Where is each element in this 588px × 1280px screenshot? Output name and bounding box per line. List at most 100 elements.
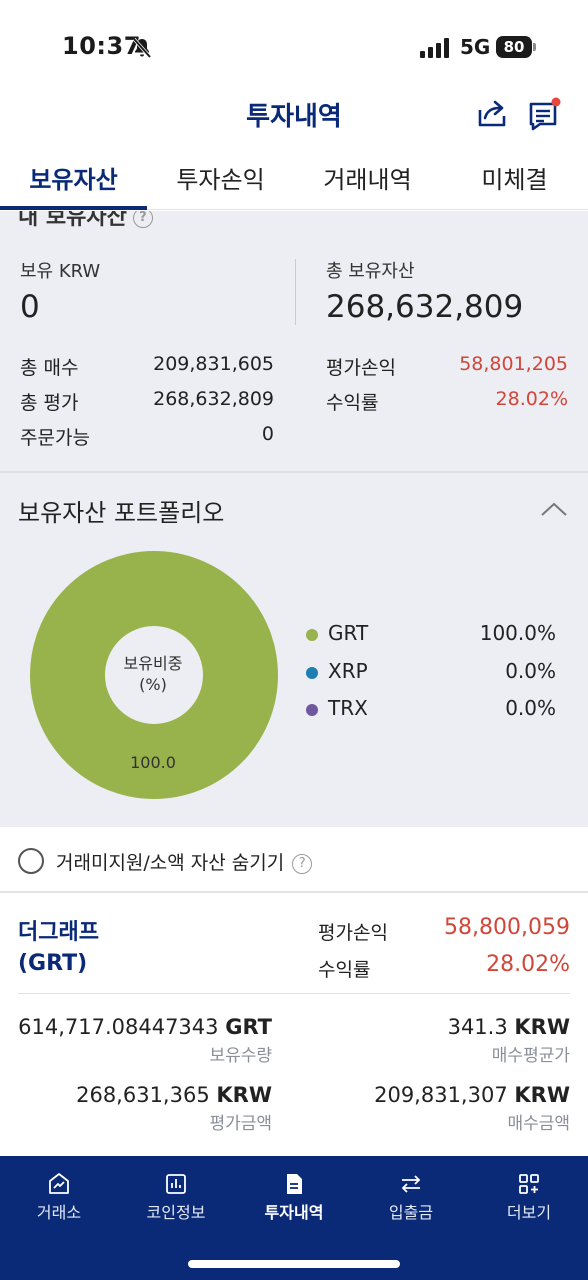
- tab-holdings[interactable]: 보유자산: [0, 152, 147, 210]
- help-icon[interactable]: ?: [292, 853, 313, 874]
- eval-amount-value: 268,631,365: [76, 1083, 210, 1107]
- orderable-value: 0: [261, 423, 274, 445]
- asset-pnl-row: 평가손익 58,800,059: [318, 915, 570, 945]
- eval-pnl-label: 평가손익: [326, 357, 396, 379]
- signal-icon: [420, 38, 449, 58]
- tab-profit-loss[interactable]: 투자손익: [147, 152, 294, 209]
- summary-divider: [295, 259, 296, 325]
- buy-amount-value: 209,831,307: [374, 1083, 508, 1107]
- asset-pnl-value: 58,800,059: [444, 915, 570, 940]
- nav-coin-info[interactable]: 코인정보: [117, 1156, 235, 1236]
- tab-trade-history[interactable]: 거래내역: [294, 152, 441, 209]
- status-bar: 10:37 5G 80: [0, 0, 588, 92]
- legend-name: TRX: [328, 696, 368, 720]
- avg-price-label: 매수평균가: [491, 1046, 570, 1066]
- bell-mute-icon: [132, 37, 152, 59]
- quantity-unit: GRT: [225, 1015, 272, 1039]
- transfer-icon: [401, 1175, 421, 1193]
- network-label: 5G: [460, 35, 491, 59]
- document-icon: [287, 1174, 302, 1194]
- total-eval-label: 총 평가: [20, 392, 79, 414]
- total-assets-label: 총 보유자산: [326, 261, 415, 282]
- eval-pnl-value: 58,801,205: [459, 353, 568, 375]
- tab-unfilled[interactable]: 미체결: [441, 152, 588, 209]
- legend-pct: 100.0%: [479, 621, 556, 645]
- donut-center-label: 보유비중 (%): [104, 653, 202, 695]
- chart-icon: [166, 1174, 186, 1194]
- eval-amount-cell: 268,631,365 KRW 평가금액: [18, 1083, 272, 1134]
- donut-center-line1: 보유비중: [123, 654, 183, 673]
- nav-label: 더보기: [506, 1203, 552, 1222]
- nav-label: 입출금: [388, 1203, 434, 1222]
- orderable-label: 주문가능: [20, 427, 90, 449]
- exchange-icon: [49, 1173, 69, 1194]
- home-indicator[interactable]: [188, 1260, 400, 1268]
- buy-amount-cell: 209,831,307 KRW 매수금액: [318, 1083, 570, 1134]
- return-rate-row: 수익률 28.02%: [326, 388, 568, 414]
- share-icon[interactable]: [476, 98, 508, 130]
- asset-rate-row: 수익률 28.02%: [318, 952, 570, 982]
- bottom-nav: 거래소 코인정보 투자내역 입출금 더보기: [0, 1156, 588, 1280]
- holdings-summary: 내 보유자산? 보유 KRW 0 총 보유자산 268,632,809 총 매수…: [0, 211, 588, 471]
- help-icon[interactable]: ?: [132, 211, 153, 228]
- asset-card-grt[interactable]: 더그래프 (GRT) 평가손익 58,800,059 수익률 28.02% 61…: [0, 893, 588, 1155]
- legend-pct: 0.0%: [505, 696, 556, 720]
- total-buy-row: 총 매수 209,831,605: [20, 353, 274, 379]
- avg-price-cell: 341.3 KRW 매수평균가: [318, 1015, 570, 1066]
- battery-cap: [533, 43, 536, 51]
- legend-dot-grt: [306, 629, 318, 641]
- asset-rate-value: 28.02%: [486, 952, 570, 977]
- chevron-up-icon[interactable]: [540, 501, 568, 517]
- quantity-label: 보유수량: [209, 1046, 272, 1066]
- nav-label: 투자내역: [264, 1203, 324, 1222]
- summary-heading-text: 내 보유자산: [18, 211, 127, 230]
- legend-name: XRP: [328, 659, 368, 683]
- asset-divider: [18, 993, 570, 994]
- asset-rate-label: 수익률: [318, 959, 371, 981]
- more-grid-icon: [519, 1174, 539, 1194]
- return-rate-label: 수익률: [326, 392, 379, 414]
- total-buy-value: 209,831,605: [153, 353, 274, 375]
- krw-label: 보유 KRW: [20, 261, 101, 282]
- portfolio-section: 보유자산 포트폴리오 보유비중 (%) 100.0 GRT 100.0% XRP…: [0, 471, 588, 827]
- hide-small-assets-row[interactable]: 거래미지원/소액 자산 숨기기?: [0, 827, 588, 893]
- quantity-value: 614,717.08447343: [18, 1015, 219, 1039]
- summary-heading: 내 보유자산?: [18, 211, 153, 231]
- eval-pnl-row: 평가손익 58,801,205: [326, 353, 568, 379]
- nav-deposit-withdraw[interactable]: 입출금: [352, 1156, 470, 1236]
- battery-icon: 80: [496, 36, 536, 58]
- battery-level: 80: [496, 36, 532, 58]
- total-eval-row: 총 평가 268,632,809: [20, 388, 274, 414]
- asset-name-korean: 더그래프: [18, 920, 99, 945]
- donut-center-line2: (%): [139, 675, 167, 694]
- tab-bar: 보유자산 투자손익 거래내역 미체결: [0, 152, 588, 210]
- legend-pct: 0.0%: [505, 659, 556, 683]
- legend-dot-xrp: [306, 667, 318, 679]
- total-assets-value: 268,632,809: [326, 289, 524, 325]
- quantity-cell: 614,717.08447343 GRT 보유수량: [18, 1015, 272, 1066]
- donut-slice-label: 100.0: [130, 753, 176, 772]
- nav-more[interactable]: 더보기: [470, 1156, 588, 1236]
- nav-label: 코인정보: [146, 1203, 206, 1222]
- nav-investments[interactable]: 투자내역: [235, 1156, 353, 1236]
- legend-name: GRT: [328, 621, 369, 645]
- legend-dot-trx: [306, 704, 318, 716]
- app-header: 투자내역: [0, 92, 588, 152]
- avg-price-unit: KRW: [514, 1015, 570, 1039]
- asset-pnl-label: 평가손익: [318, 922, 388, 944]
- hide-small-assets-checkbox[interactable]: [18, 848, 44, 874]
- eval-amount-unit: KRW: [216, 1083, 272, 1107]
- asset-name: 더그래프 (GRT): [18, 917, 99, 979]
- nav-label: 거래소: [36, 1203, 82, 1222]
- nav-exchange[interactable]: 거래소: [0, 1156, 118, 1236]
- orderable-row: 주문가능 0: [20, 423, 274, 449]
- hide-small-assets-text: 거래미지원/소액 자산 숨기기: [56, 852, 285, 874]
- hide-small-assets-label: 거래미지원/소액 자산 숨기기?: [56, 848, 313, 875]
- avg-price-value: 341.3: [447, 1015, 508, 1039]
- asset-symbol: (GRT): [18, 951, 88, 976]
- buy-amount-unit: KRW: [514, 1083, 570, 1107]
- legend-item-xrp: XRP 0.0%: [306, 659, 556, 687]
- message-icon[interactable]: [528, 96, 562, 132]
- portfolio-title: 보유자산 포트폴리오: [18, 499, 225, 527]
- krw-value: 0: [20, 289, 40, 325]
